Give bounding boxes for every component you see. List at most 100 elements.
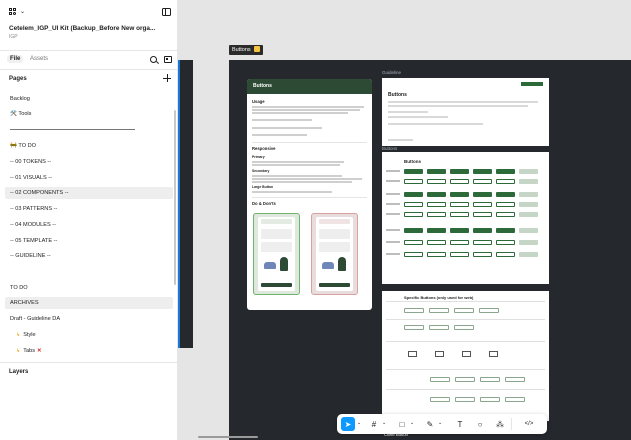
tab-file[interactable]: File bbox=[7, 55, 24, 63]
page-item-template[interactable]: -- 05 TEMPLATE -- bbox=[5, 235, 173, 247]
spec-button bbox=[404, 308, 424, 313]
buttons-variants-frame[interactable]: Buttons bbox=[382, 152, 549, 284]
actions-tool-icon[interactable]: ⁂ bbox=[493, 417, 507, 431]
button-variant bbox=[404, 202, 423, 207]
text-line bbox=[252, 175, 342, 177]
panel-toggle-icon[interactable] bbox=[162, 8, 171, 16]
close-button-sample bbox=[489, 351, 498, 357]
frame-label-text: Buttons bbox=[232, 47, 251, 53]
row-divider bbox=[386, 369, 545, 370]
text-line bbox=[388, 111, 428, 113]
button-variant bbox=[450, 228, 469, 233]
phone-info-block bbox=[261, 242, 292, 252]
spec-button bbox=[454, 325, 474, 330]
button-variant bbox=[473, 179, 492, 184]
text-line bbox=[388, 116, 448, 118]
page-item-patterns[interactable]: -- 03 PATTERNS -- bbox=[5, 203, 173, 215]
rectangle-tool-icon[interactable]: □ bbox=[395, 417, 409, 431]
pages-scrollbar[interactable] bbox=[174, 110, 176, 285]
button-variant bbox=[427, 169, 446, 174]
text-tool-icon[interactable]: T bbox=[453, 417, 467, 431]
sidebar-tabs: File Assets bbox=[0, 52, 178, 68]
layout-toggle-icon[interactable] bbox=[164, 56, 172, 63]
button-variant bbox=[427, 192, 446, 197]
doc-card[interactable]: Buttons Usage Responsive Primary Seconda… bbox=[247, 79, 372, 310]
row-label-line bbox=[386, 170, 400, 172]
spec-button bbox=[455, 377, 475, 382]
divider bbox=[0, 50, 178, 51]
button-variant bbox=[450, 202, 469, 207]
add-page-icon[interactable] bbox=[163, 74, 171, 82]
chevron-down-icon[interactable]: ⌄ bbox=[357, 420, 361, 426]
page-item-archives[interactable]: ARCHIVES bbox=[5, 297, 173, 309]
chevron-down-icon[interactable]: ⌄ bbox=[438, 420, 442, 426]
person-illustration bbox=[338, 257, 346, 271]
spec-button bbox=[454, 308, 474, 313]
sub-page-tabs[interactable]: ↳ Tabs ✕ bbox=[16, 345, 42, 357]
button-variant bbox=[427, 212, 446, 217]
selection-edge bbox=[178, 60, 180, 348]
file-subtitle: IGP bbox=[9, 34, 18, 40]
frame-label[interactable]: Buttons bbox=[229, 45, 263, 55]
sub-page-style[interactable]: ↳ Style bbox=[16, 329, 36, 341]
page-item-todo[interactable]: 🚧 TO DO bbox=[5, 140, 173, 152]
figma-menu-icon[interactable] bbox=[9, 8, 17, 16]
search-icon[interactable] bbox=[150, 56, 157, 63]
button-variant bbox=[450, 240, 469, 245]
car-illustration bbox=[322, 262, 334, 269]
tab-assets[interactable]: Assets bbox=[27, 55, 51, 63]
phone-cta-button bbox=[319, 283, 350, 287]
specific-buttons-frame[interactable]: Specific Buttons (only used for web) bbox=[382, 291, 549, 421]
page-item-draft-guideline[interactable]: Draft - Guideline DA bbox=[5, 313, 173, 325]
comment-tool-icon[interactable]: ○ bbox=[473, 417, 487, 431]
phone-header-bar bbox=[261, 219, 292, 224]
page-item-components[interactable]: -- 02 COMPONENTS -- bbox=[5, 187, 173, 199]
chevron-down-icon[interactable]: ⌄ bbox=[382, 420, 386, 426]
sub-page-label: Style bbox=[23, 332, 36, 338]
sidebar-top-bar: ⌄ bbox=[9, 8, 171, 18]
button-variant bbox=[404, 240, 423, 245]
file-title[interactable]: Cetelem_IGP_UI Kit (Backup_Before New or… bbox=[9, 25, 169, 32]
phone-screen bbox=[258, 217, 295, 291]
page-item-guideline[interactable]: -- GUIDELINE -- bbox=[5, 250, 173, 262]
button-variant bbox=[496, 192, 515, 197]
button-variant bbox=[427, 228, 446, 233]
close-button-sample bbox=[408, 351, 417, 357]
page-item-visuals[interactable]: -- 01 VISUALS -- bbox=[5, 172, 173, 184]
chevron-down-icon[interactable]: ⌄ bbox=[20, 8, 25, 15]
button-variant bbox=[404, 212, 423, 217]
page-item-modules[interactable]: -- 04 MODULES -- bbox=[5, 219, 173, 231]
button-variant bbox=[404, 252, 423, 257]
page-item-tokens[interactable]: -- 00 TOKENS -- bbox=[5, 156, 173, 168]
horizontal-scrollbar[interactable] bbox=[198, 436, 258, 438]
button-variant bbox=[496, 179, 515, 184]
guideline-frame[interactable]: Buttons bbox=[382, 78, 549, 146]
button-variant bbox=[427, 240, 446, 245]
row-label-line bbox=[386, 241, 400, 243]
row-label-line bbox=[386, 213, 400, 215]
text-line bbox=[388, 101, 538, 103]
component-tag-icon bbox=[253, 46, 260, 52]
divider bbox=[0, 69, 178, 70]
spec-button bbox=[455, 397, 475, 402]
button-variant bbox=[519, 192, 538, 197]
text-line bbox=[252, 181, 352, 183]
button-variant bbox=[427, 179, 446, 184]
row-label-line bbox=[386, 193, 400, 195]
doc-section-responsive: Responsive bbox=[252, 146, 276, 151]
page-item-todo-2[interactable]: TO DO bbox=[5, 282, 173, 294]
move-tool-icon[interactable]: ➤ bbox=[341, 417, 355, 431]
row-label-line bbox=[386, 253, 400, 255]
frame-tool-icon[interactable]: # bbox=[367, 417, 381, 431]
buttons-section-label: Buttons bbox=[382, 146, 398, 151]
button-variant bbox=[496, 202, 515, 207]
text-line bbox=[388, 139, 413, 141]
dev-mode-icon[interactable]: </> bbox=[519, 417, 539, 431]
offscreen-frame[interactable] bbox=[178, 60, 193, 348]
chevron-down-icon[interactable]: ⌄ bbox=[410, 420, 414, 426]
page-item-tools[interactable]: 🛠️ Tools bbox=[5, 108, 173, 120]
text-line bbox=[252, 191, 332, 193]
pen-tool-icon[interactable]: ✎ bbox=[423, 417, 437, 431]
sub-page-arrow-icon: ↳ bbox=[16, 348, 21, 354]
page-item-backlog[interactable]: Backlog bbox=[5, 93, 173, 105]
